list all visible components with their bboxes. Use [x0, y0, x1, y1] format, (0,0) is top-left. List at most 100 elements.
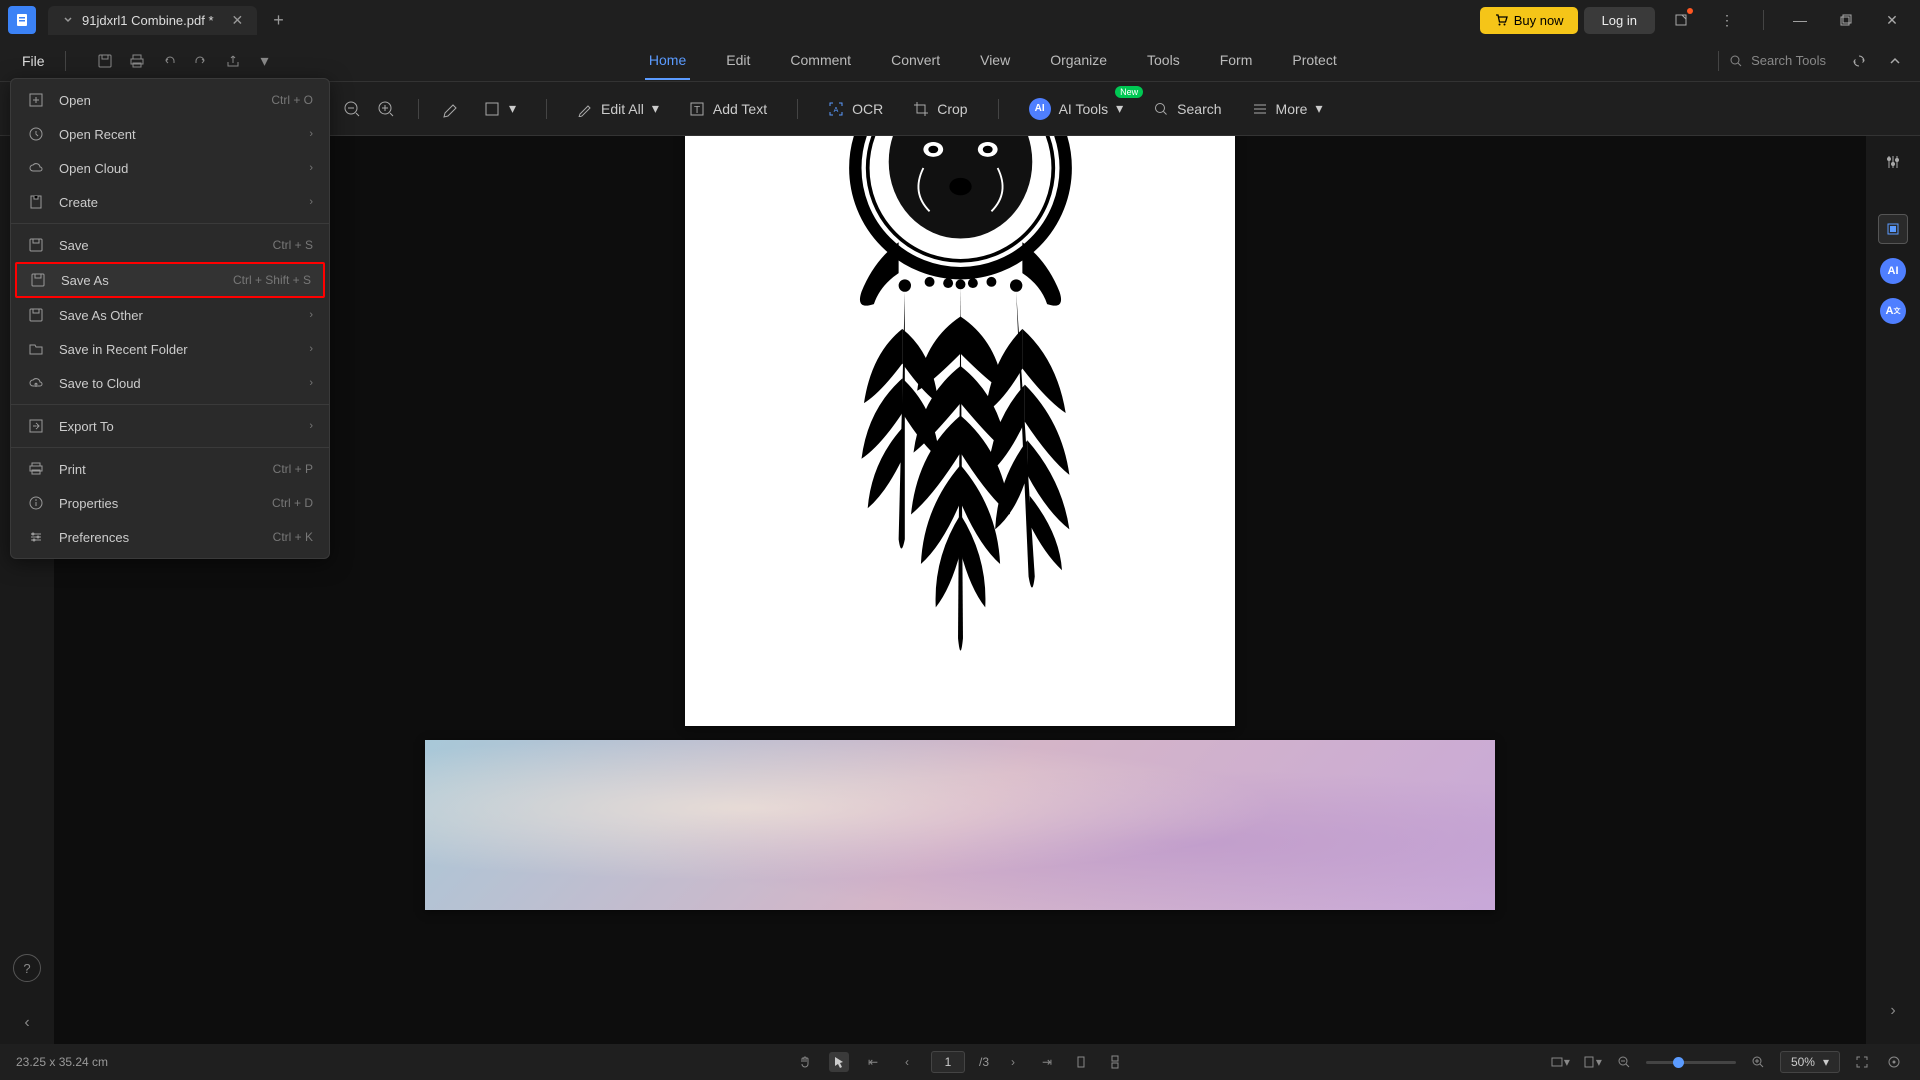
collapse-left-icon[interactable]: ‹ — [24, 1014, 29, 1032]
login-button[interactable]: Log in — [1584, 7, 1655, 34]
cloud-sync-icon[interactable] — [1846, 48, 1872, 74]
more-button[interactable]: More▾ — [1242, 94, 1333, 123]
notification-icon[interactable] — [1661, 4, 1701, 36]
highlight-icon[interactable] — [439, 97, 463, 121]
zoom-slider[interactable] — [1646, 1061, 1736, 1064]
file-menu-save-as[interactable]: Save AsCtrl + Shift + S — [15, 262, 325, 298]
file-menu-save-to-cloud[interactable]: Save to Cloud› — [11, 366, 329, 400]
search-icon — [1153, 101, 1169, 117]
menu-tab-edit[interactable]: Edit — [722, 42, 754, 80]
continuous-page-icon[interactable] — [1105, 1052, 1125, 1072]
chevron-right-icon: › — [309, 309, 313, 321]
file-menu-save-as-other[interactable]: Save As Other› — [11, 298, 329, 332]
kebab-menu-icon[interactable]: ⋮ — [1707, 4, 1747, 36]
tab-close-icon[interactable]: ✕ — [232, 12, 244, 29]
page-number-input[interactable] — [931, 1051, 965, 1073]
zoom-out-status-icon[interactable] — [1614, 1052, 1634, 1072]
zoom-out-icon[interactable] — [340, 97, 364, 121]
pdf-page-2 — [425, 740, 1495, 910]
menu-tab-protect[interactable]: Protect — [1288, 42, 1340, 80]
single-page-icon[interactable] — [1071, 1052, 1091, 1072]
chevron-right-icon: › — [309, 128, 313, 140]
chevron-right-icon: › — [309, 420, 313, 432]
ai-sidebar-icon[interactable]: AI — [1880, 258, 1906, 284]
file-menu-properties[interactable]: PropertiesCtrl + D — [11, 486, 329, 520]
shape-button[interactable]: ▾ — [473, 94, 526, 124]
edit-all-button[interactable]: Edit All▾ — [567, 94, 669, 123]
tab-title: 91jdxrl1 Combine.pdf * — [82, 13, 214, 28]
collapse-right-icon[interactable]: › — [1890, 1002, 1895, 1020]
menu-tab-tools[interactable]: Tools — [1143, 42, 1184, 80]
menu-tab-home[interactable]: Home — [645, 42, 690, 80]
search-icon — [1729, 54, 1743, 68]
zoom-select[interactable]: 50%▾ — [1780, 1051, 1840, 1073]
ai-icon: AI — [1029, 98, 1051, 120]
buy-now-button[interactable]: Buy now — [1480, 7, 1578, 34]
search-button[interactable]: Search — [1143, 95, 1231, 123]
prev-page-icon[interactable]: ‹ — [897, 1052, 917, 1072]
new-tab-button[interactable]: + — [273, 10, 284, 31]
chevron-right-icon: › — [309, 196, 313, 208]
save-icon — [29, 271, 47, 289]
file-menu-open[interactable]: OpenCtrl + O — [11, 83, 329, 117]
menubar: File ▾ Home Edit Comment Convert View Organiz… — [0, 40, 1920, 82]
file-menu-print[interactable]: PrintCtrl + P — [11, 452, 329, 486]
file-menu-export-to[interactable]: Export To› — [11, 409, 329, 443]
select-tool-icon[interactable] — [829, 1052, 849, 1072]
export-icon — [27, 417, 45, 435]
file-menu-create[interactable]: Create› — [11, 185, 329, 219]
maximize-icon[interactable] — [1826, 4, 1866, 36]
ocr-icon: A — [828, 101, 844, 117]
view-mode-icon[interactable]: ▾ — [1582, 1052, 1602, 1072]
document-tab[interactable]: 91jdxrl1 Combine.pdf * ✕ — [48, 6, 257, 35]
minimize-icon[interactable]: — — [1780, 4, 1820, 36]
page-dimensions: 23.25 x 35.24 cm — [16, 1055, 108, 1069]
hand-tool-icon[interactable] — [795, 1052, 815, 1072]
menu-tab-view[interactable]: View — [976, 42, 1014, 80]
fit-mode-icon[interactable]: ▾ — [1550, 1052, 1570, 1072]
save-quick-icon[interactable] — [92, 48, 118, 74]
file-menu-save-in-recent-folder[interactable]: Save in Recent Folder› — [11, 332, 329, 366]
chevron-down-icon — [62, 14, 74, 26]
collapse-ribbon-icon[interactable] — [1882, 48, 1908, 74]
ai-translate-icon[interactable]: A文 — [1880, 298, 1906, 324]
file-menu-open-cloud[interactable]: Open Cloud› — [11, 151, 329, 185]
svg-text:A: A — [834, 107, 839, 114]
close-icon[interactable]: ✕ — [1872, 4, 1912, 36]
search-tools[interactable]: Search Tools — [1729, 53, 1826, 68]
zoom-in-status-icon[interactable] — [1748, 1052, 1768, 1072]
crop-icon — [913, 101, 929, 117]
menu-tab-organize[interactable]: Organize — [1046, 42, 1111, 80]
save-icon — [27, 306, 45, 324]
redo-icon[interactable] — [188, 48, 214, 74]
file-menu-button[interactable]: File — [12, 49, 55, 73]
ocr-button[interactable]: A OCR — [818, 95, 893, 123]
menu-tab-comment[interactable]: Comment — [786, 42, 855, 80]
save-icon — [27, 236, 45, 254]
print-quick-icon[interactable] — [124, 48, 150, 74]
last-page-icon[interactable]: ⇥ — [1037, 1052, 1057, 1072]
next-page-icon[interactable]: › — [1003, 1052, 1023, 1072]
add-text-button[interactable]: T Add Text — [679, 95, 777, 123]
fullscreen-icon[interactable] — [1852, 1052, 1872, 1072]
help-icon[interactable]: ? — [13, 954, 41, 982]
share-icon[interactable] — [220, 48, 246, 74]
settings-icon[interactable] — [1879, 148, 1907, 176]
menu-tab-convert[interactable]: Convert — [887, 42, 944, 80]
zoom-in-icon[interactable] — [374, 97, 398, 121]
chevron-right-icon: › — [309, 343, 313, 355]
first-page-icon[interactable]: ⇤ — [863, 1052, 883, 1072]
fit-width-icon[interactable] — [1884, 1052, 1904, 1072]
file-menu-save[interactable]: SaveCtrl + S — [11, 228, 329, 262]
undo-icon[interactable] — [156, 48, 182, 74]
menu-tab-form[interactable]: Form — [1216, 42, 1257, 80]
wolf-dreamcatcher-art — [713, 136, 1208, 708]
file-menu-preferences[interactable]: PreferencesCtrl + K — [11, 520, 329, 554]
file-menu-open-recent[interactable]: Open Recent› — [11, 117, 329, 151]
pen-icon — [577, 101, 593, 117]
thumbnail-icon[interactable] — [1878, 214, 1908, 244]
crop-button[interactable]: Crop — [903, 95, 977, 123]
text-icon: T — [689, 101, 705, 117]
ai-tools-button[interactable]: AI AI Tools▾ New — [1019, 92, 1134, 126]
dropdown-icon[interactable]: ▾ — [252, 48, 278, 74]
